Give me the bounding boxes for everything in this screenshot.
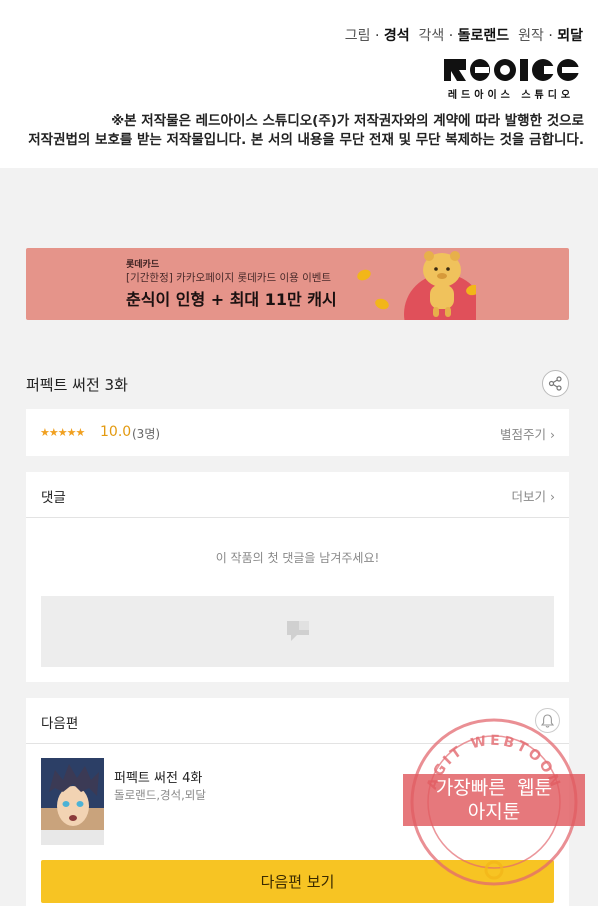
star-rating-icons: ★★★★★ <box>40 426 85 439</box>
next-episode-title[interactable]: 퍼펙트 써전 4화 <box>114 767 202 786</box>
rating-card: ★★★★★ 10.0 (3명) 별점주기 › <box>26 409 569 456</box>
next-episode-card: 다음편 퍼펙트 써전 4화 돌로랜드,경석,뫼달 다음편 보기 <box>26 698 569 906</box>
copyright-notice: ※본 저작물은 레드아이스 스튜디오(주)가 저작권자와의 계약에 따라 발행한… <box>24 112 584 150</box>
art-role: 그림 <box>344 28 371 44</box>
banner-brand: 롯데카드 <box>126 260 160 270</box>
notice-line-1: ※본 저작물은 레드아이스 스튜디오(주)가 저작권자와의 계약에 따라 발행한… <box>111 113 584 129</box>
comments-title: 댓글 <box>41 490 66 506</box>
adapt-name: 돌로랜드 <box>457 28 510 44</box>
adapt-role: 각색 <box>418 28 445 44</box>
rate-button-label: 별점주기 <box>500 427 547 442</box>
next-episode-heading: 다음편 <box>41 716 79 732</box>
empty-comments-message: 이 작품의 첫 댓글을 남겨주세요! <box>215 551 380 565</box>
character-doll-illustration <box>357 251 476 320</box>
episode-title: 퍼펙트 써전 3화 <box>26 376 128 394</box>
credit-line: 그림 · 경석 각색 · 돌로랜드 원작 · 뫼달 <box>344 28 583 44</box>
share-icon <box>548 376 562 391</box>
next-episode-header: 다음편 <box>26 698 569 744</box>
bell-icon <box>541 713 554 728</box>
comments-card: 댓글 더보기 › 이 작품의 첫 댓글을 남겨주세요! <box>26 472 569 682</box>
comment-input-box[interactable] <box>41 596 554 667</box>
episode-thumbnail-image <box>41 758 104 845</box>
comments-more-link[interactable]: 더보기 › <box>512 486 556 505</box>
next-episode-button[interactable]: 다음편 보기 <box>41 860 554 903</box>
ad-banner[interactable]: 롯데카드 [기간한정] 카카오페이지 롯데카드 이용 이벤트 춘식이 인형 + … <box>26 248 569 320</box>
original-role: 원작 <box>518 28 544 44</box>
rate-button[interactable]: 별점주기 › <box>500 424 555 443</box>
rating-score: 10.0 <box>100 424 132 440</box>
chevron-right-icon: › <box>550 489 555 504</box>
share-button[interactable] <box>542 370 569 397</box>
banner-title: 춘식이 인형 + 최대 11만 캐시 <box>126 290 337 309</box>
more-link-label: 더보기 <box>511 489 547 504</box>
notification-bell-button[interactable] <box>535 708 560 733</box>
credits-header: 그림 · 경석 각색 · 돌로랜드 원작 · 뫼달 레드아이스 스튜디오 ※본 … <box>0 0 598 168</box>
rating-count: (3명) <box>132 427 161 441</box>
next-episode-thumbnail[interactable] <box>41 758 104 845</box>
art-name: 경석 <box>383 28 410 44</box>
banner-subtitle: [기간한정] 카카오페이지 롯데카드 이용 이벤트 <box>126 272 332 284</box>
logo-subtitle: 레드아이스 스튜디오 <box>447 90 575 101</box>
redice-logo: 레드아이스 스튜디오 <box>442 56 580 101</box>
original-name: 뫼달 <box>557 28 583 44</box>
notice-line-2: 저작권법의 보호를 받는 저작물입니다. 본 서의 내용을 무단 전재 및 무단… <box>28 132 584 148</box>
comment-icon <box>287 621 309 641</box>
next-episode-authors: 돌로랜드,경석,뫼달 <box>114 788 206 802</box>
logo-wordmark <box>444 59 579 81</box>
chevron-right-icon: › <box>550 427 555 442</box>
comments-header: 댓글 더보기 › <box>26 472 569 518</box>
